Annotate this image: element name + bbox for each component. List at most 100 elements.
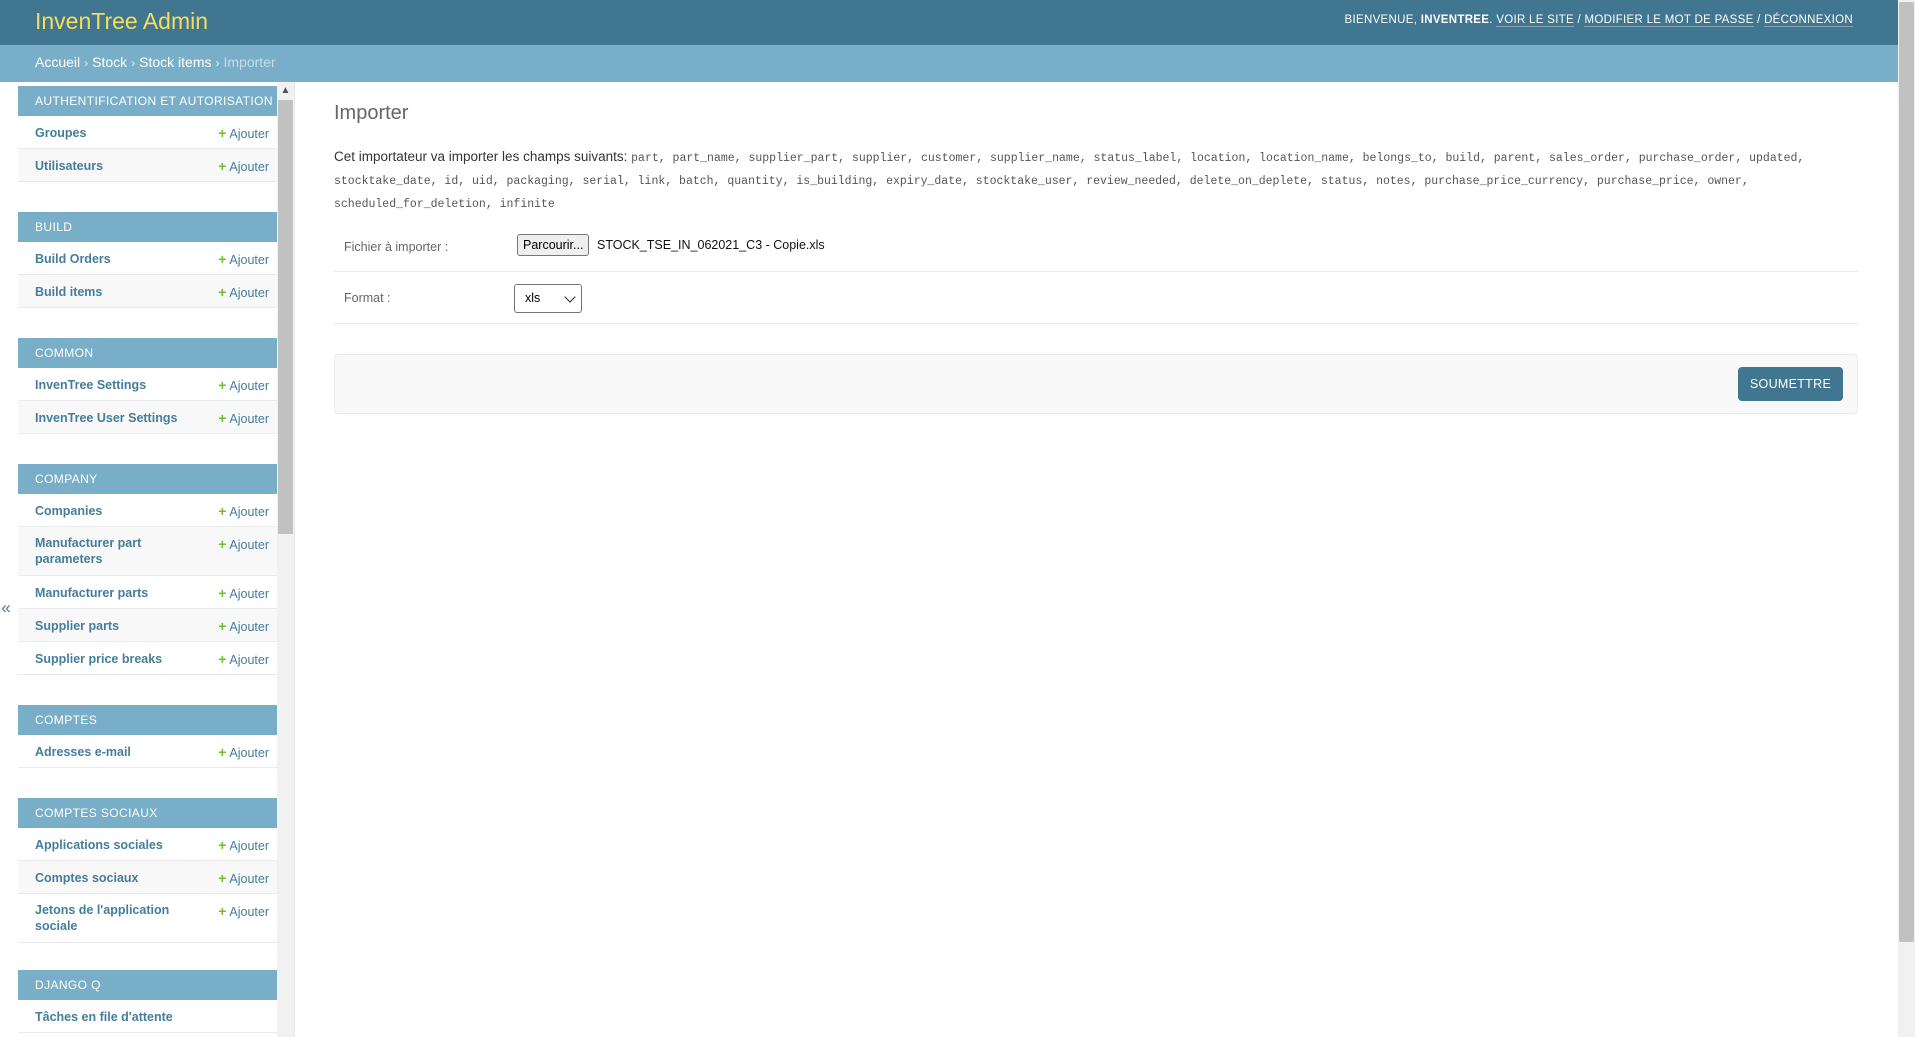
add-link[interactable]: + Ajouter	[218, 158, 269, 174]
view-site-link[interactable]: VOIR LE SITE	[1496, 14, 1574, 27]
import-intro: Cet importateur va importer les champs s…	[334, 146, 1858, 215]
module-comptes: COMPTES Adresses e-mail + Ajouter	[18, 705, 277, 768]
module-caption[interactable]: COMPTES	[18, 705, 277, 735]
logout-link[interactable]: DÉCONNEXION	[1764, 14, 1853, 27]
page-scrollbar-thumb[interactable]	[1899, 2, 1914, 942]
module-caption[interactable]: AUTHENTIFICATION ET AUTORISATION	[18, 86, 277, 116]
sidebar-scrollbar-thumb[interactable]	[278, 100, 293, 534]
model-link[interactable]: Companies	[35, 503, 102, 519]
browse-button[interactable]: Parcourir...	[517, 234, 590, 256]
plus-icon: +	[218, 503, 227, 519]
selected-file-name: STOCK_TSE_IN_062021_C3 - Copie.xls	[597, 238, 825, 252]
model-link[interactable]: Utilisateurs	[35, 158, 103, 174]
plus-icon: +	[218, 125, 227, 141]
model-link[interactable]: Tâches en file d'attente	[35, 1009, 173, 1025]
add-link[interactable]: + Ajouter	[218, 503, 269, 519]
breadcrumb-separator: ›	[84, 56, 89, 70]
sidebar-item-inventree-settings: InvenTree Settings + Ajouter	[18, 368, 277, 401]
breadcrumb: Accueil › Stock › Stock items › Importer	[0, 45, 1898, 82]
user-tools-separator: /	[1757, 14, 1761, 26]
collapse-sidebar-icon[interactable]: «	[0, 590, 12, 626]
submit-button[interactable]: SOUMETTRE	[1738, 367, 1843, 401]
model-link[interactable]: Groupes	[35, 125, 86, 141]
fields-list-line-3: scheduled_for_deletion, infinite	[334, 198, 555, 211]
plus-icon: +	[218, 585, 227, 601]
plus-icon: +	[218, 744, 227, 760]
sidebar-item-supplier-price-breaks: Supplier price breaks + Ajouter	[18, 642, 277, 675]
add-link[interactable]: + Ajouter	[218, 251, 269, 267]
sidebar-scrollbar[interactable]: ▲	[277, 82, 294, 1037]
model-link[interactable]: Applications sociales	[35, 837, 163, 853]
sidebar-item-inventree-user-settings: InvenTree User Settings + Ajouter	[18, 401, 277, 434]
fields-list-line-1: part, part_name, supplier_part, supplier…	[631, 152, 1805, 165]
breadcrumb-current: Importer	[223, 54, 276, 70]
model-link[interactable]: Comptes sociaux	[35, 870, 139, 886]
model-link[interactable]: Build items	[35, 284, 102, 300]
breadcrumb-stock[interactable]: Stock	[92, 54, 127, 70]
model-link[interactable]: Supplier price breaks	[35, 651, 162, 667]
module-caption[interactable]: DJANGO Q	[18, 970, 277, 1000]
model-link[interactable]: Adresses e-mail	[35, 744, 131, 760]
plus-icon: +	[218, 377, 227, 393]
add-link[interactable]: + Ajouter	[218, 903, 269, 919]
model-link[interactable]: Jetons de l'application sociale	[35, 902, 185, 934]
breadcrumb-separator: ›	[131, 56, 136, 70]
sidebar-item-comptes-sociaux: Comptes sociaux + Ajouter	[18, 861, 277, 894]
add-label: Ajouter	[229, 127, 269, 141]
scroll-up-icon[interactable]: ▲	[277, 82, 294, 99]
add-label: Ajouter	[229, 653, 269, 667]
add-link[interactable]: + Ajouter	[218, 284, 269, 300]
add-link[interactable]: + Ajouter	[218, 870, 269, 886]
user-tools: BIENVENUE, INVENTREE. VOIR LE SITE / MOD…	[1344, 14, 1853, 27]
add-link[interactable]: + Ajouter	[218, 125, 269, 141]
module-caption[interactable]: BUILD	[18, 212, 277, 242]
site-branding[interactable]: InvenTree Admin	[35, 8, 208, 35]
format-select[interactable]: xls	[514, 284, 582, 313]
add-link[interactable]: + Ajouter	[218, 536, 269, 552]
module-caption[interactable]: COMMON	[18, 338, 277, 368]
plus-icon: +	[218, 870, 227, 886]
plus-icon: +	[218, 837, 227, 853]
sidebar-item-companies: Companies + Ajouter	[18, 494, 277, 527]
module-django-q: DJANGO Q Tâches en file d'attente	[18, 970, 277, 1033]
header: InvenTree Admin BIENVENUE, INVENTREE. VO…	[0, 0, 1898, 45]
plus-icon: +	[218, 251, 227, 267]
add-label: Ajouter	[229, 620, 269, 634]
add-link[interactable]: + Ajouter	[218, 377, 269, 393]
module-caption[interactable]: COMPTES SOCIAUX	[18, 798, 277, 828]
plus-icon: +	[218, 158, 227, 174]
add-label: Ajouter	[229, 839, 269, 853]
sidebar-item-applications-sociales: Applications sociales + Ajouter	[18, 828, 277, 861]
format-label: Format :	[344, 291, 391, 305]
file-row: Fichier à importer : Parcourir... STOCK_…	[334, 222, 1858, 272]
add-link[interactable]: + Ajouter	[218, 744, 269, 760]
add-label: Ajouter	[229, 505, 269, 519]
model-link[interactable]: Supplier parts	[35, 618, 119, 634]
add-link[interactable]: + Ajouter	[218, 618, 269, 634]
add-label: Ajouter	[229, 160, 269, 174]
sidebar-item-manufacturer-parts: Manufacturer parts + Ajouter	[18, 576, 277, 609]
submit-row: SOUMETTRE	[334, 354, 1858, 414]
model-link[interactable]: Manufacturer part parameters	[35, 535, 165, 567]
breadcrumb-separator: ›	[215, 56, 220, 70]
add-label: Ajouter	[229, 412, 269, 426]
module-caption[interactable]: COMPANY	[18, 464, 277, 494]
add-link[interactable]: + Ajouter	[218, 410, 269, 426]
model-link[interactable]: Manufacturer parts	[35, 585, 148, 601]
format-row: Format : xls	[334, 272, 1858, 324]
model-link[interactable]: InvenTree Settings	[35, 377, 146, 393]
add-link[interactable]: + Ajouter	[218, 651, 269, 667]
sidebar-item-build-orders: Build Orders + Ajouter	[18, 242, 277, 275]
module-company: COMPANY Companies + Ajouter Manufacturer …	[18, 464, 277, 675]
add-link[interactable]: + Ajouter	[218, 837, 269, 853]
breadcrumb-home[interactable]: Accueil	[35, 54, 80, 70]
add-label: Ajouter	[229, 379, 269, 393]
add-label: Ajouter	[229, 253, 269, 267]
model-link[interactable]: InvenTree User Settings	[35, 410, 177, 426]
change-password-link[interactable]: MODIFIER LE MOT DE PASSE	[1584, 14, 1754, 27]
sidebar-divider	[294, 82, 295, 1037]
breadcrumb-stock-items[interactable]: Stock items	[139, 54, 211, 70]
model-link[interactable]: Build Orders	[35, 251, 111, 267]
page-scrollbar[interactable]	[1898, 0, 1915, 1037]
add-link[interactable]: + Ajouter	[218, 585, 269, 601]
